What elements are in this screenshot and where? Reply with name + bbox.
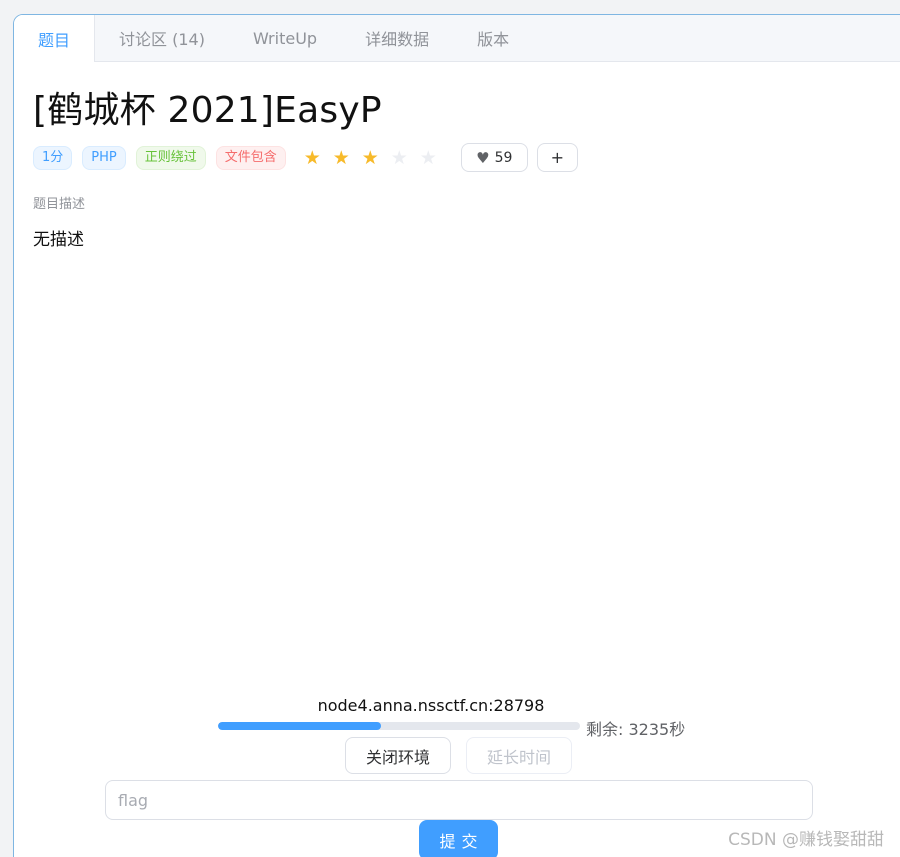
remaining-time-fill [218, 722, 381, 730]
environment-address: node4.anna.nssctf.cn:28798 [317, 696, 545, 715]
flag-input[interactable] [105, 780, 813, 820]
like-button[interactable]: ♥ 59 [460, 143, 528, 172]
category-tag-regex: 正则绕过 [135, 145, 206, 170]
remaining-time-text: 剩余: 3235秒 [586, 720, 686, 739]
language-tag: PHP [82, 145, 126, 170]
star-icon: ★ [361, 146, 379, 169]
category-tag-include: 文件包含 [215, 145, 286, 170]
star-icon: ★ [390, 146, 408, 169]
submit-button[interactable]: 提交 [419, 820, 498, 857]
heart-icon: ♥ [476, 148, 490, 167]
tab-writeup[interactable]: WriteUp [229, 15, 341, 61]
star-icon: ★ [419, 146, 437, 169]
watermark: CSDN @赚钱娶甜甜 [728, 830, 884, 850]
problem-card: 题目 讨论区 (14) WriteUp 详细数据 版本 [鹤城杯 2021]Ea… [13, 14, 900, 857]
tab-discussion[interactable]: 讨论区 (14) [95, 15, 229, 61]
tab-problem[interactable]: 题目 [14, 15, 96, 62]
tab-version[interactable]: 版本 [453, 15, 533, 61]
star-icon: ★ [332, 146, 350, 169]
like-count: 59 [494, 149, 513, 166]
score-tag: 1分 [33, 145, 73, 170]
description-label: 题目描述 [33, 197, 86, 212]
star-icon: ★ [303, 146, 321, 169]
difficulty-rating: ★ ★ ★ ★ ★ [298, 146, 443, 170]
remaining-time-bar [218, 722, 580, 730]
tab-details[interactable]: 详细数据 [341, 15, 453, 61]
problem-meta: 1分 PHP 正则绕过 文件包含 ★ ★ ★ ★ ★ ♥ 59 + [33, 143, 578, 172]
description-text: 无描述 [33, 230, 84, 250]
close-environment-button[interactable]: 关闭环境 [345, 737, 451, 774]
extend-time-button[interactable]: 延长时间 [466, 737, 572, 774]
page-title: [鹤城杯 2021]EasyP [33, 90, 382, 131]
tab-bar: 题目 讨论区 (14) WriteUp 详细数据 版本 [14, 15, 900, 62]
add-button[interactable]: + [536, 143, 578, 172]
